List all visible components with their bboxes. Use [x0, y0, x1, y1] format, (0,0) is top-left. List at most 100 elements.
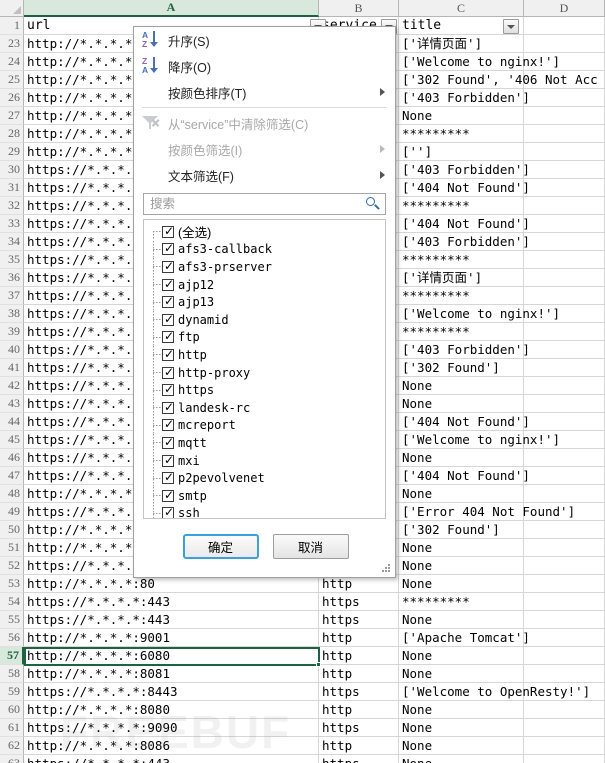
cell-d[interactable] [524, 233, 605, 251]
cell-title[interactable]: ['Welcome to nginx!'] [399, 53, 560, 71]
row-header-57[interactable]: 57 [0, 647, 24, 665]
row-header-40[interactable]: 40 [0, 341, 24, 359]
row-header-28[interactable]: 28 [0, 125, 24, 143]
filter-item-row[interactable]: ✓ http-proxy [144, 364, 385, 382]
cell-url[interactable]: http://*.*.*.*:8086 [24, 737, 319, 755]
cell-title[interactable]: None [399, 557, 524, 575]
row-header-53[interactable]: 53 [0, 575, 24, 593]
checkbox-icon[interactable]: ✓ [162, 313, 174, 326]
cell-service[interactable]: https [319, 683, 399, 701]
cell-title[interactable]: None [399, 611, 524, 629]
cell-d[interactable] [524, 251, 605, 269]
cell-title[interactable]: ['Welcome to OpenResty!'] [399, 683, 590, 701]
cell-d[interactable] [524, 701, 605, 719]
cell-service[interactable]: http [319, 647, 399, 665]
cell-d[interactable] [524, 125, 605, 143]
cell-d[interactable] [524, 143, 605, 161]
column-header-b[interactable]: B [319, 0, 399, 17]
checkbox-icon[interactable]: ✓ [162, 401, 174, 414]
row-header-37[interactable]: 37 [0, 287, 24, 305]
checkbox-icon[interactable]: ✓ [162, 366, 174, 379]
cell-d[interactable] [524, 449, 605, 467]
cell-title[interactable]: ['404 Not Found'] [399, 413, 530, 431]
row-header-39[interactable]: 39 [0, 323, 24, 341]
filter-item-row[interactable]: ✓ dynamid [144, 311, 385, 329]
cell-service[interactable]: https [319, 593, 399, 611]
cell-d[interactable] [524, 737, 605, 755]
cell-d[interactable] [524, 287, 605, 305]
cell-d[interactable] [524, 341, 605, 359]
row-header-50[interactable]: 50 [0, 521, 24, 539]
cell-d[interactable] [524, 269, 605, 287]
cell-title[interactable]: [''] [399, 143, 524, 161]
cell-title[interactable]: ['403 Forbidden'] [399, 89, 530, 107]
cell-url[interactable]: https://*.*.*.*:443 [24, 593, 319, 611]
cell-title[interactable]: ['Error 404 Not Found'] [399, 503, 575, 521]
cell-service[interactable]: http [319, 737, 399, 755]
cell-d[interactable] [524, 377, 605, 395]
filter-item-row[interactable]: ✓ smtp [144, 487, 385, 505]
cell-d[interactable] [524, 521, 605, 539]
menu-item-1[interactable]: Z A 降序(O) [134, 53, 395, 79]
row-header-38[interactable]: 38 [0, 305, 24, 323]
cell-title[interactable]: ********* [399, 323, 524, 341]
cell-d[interactable] [524, 215, 605, 233]
cell-d[interactable] [524, 647, 605, 665]
cell-url[interactable]: https://*.*.*.*:443 [24, 755, 319, 763]
checkbox-icon[interactable]: ✓ [162, 330, 174, 344]
cell-d[interactable] [524, 89, 605, 107]
cell-title[interactable]: ['Welcome to nginx!'] [399, 431, 560, 449]
cell-url[interactable]: http://*.*.*.*:9001 [24, 629, 319, 647]
row-header-34[interactable]: 34 [0, 233, 24, 251]
filter-item-row[interactable]: ✓ mxi [144, 452, 385, 470]
cell-service[interactable]: https [319, 719, 399, 737]
cell-title[interactable]: ['404 Not Found'] [399, 467, 530, 485]
menu-item-2[interactable]: 按颜色排序(T) [134, 79, 395, 105]
cell-url[interactable]: http://*.*.*.*:8080 [24, 701, 319, 719]
row-header-35[interactable]: 35 [0, 251, 24, 269]
filter-item-row[interactable]: ✓ mqtt [144, 434, 385, 452]
header-cell-d[interactable] [524, 17, 605, 35]
cell-d[interactable] [524, 107, 605, 125]
cell-d[interactable] [524, 611, 605, 629]
cell-title[interactable]: ['403 Forbidden'] [399, 161, 530, 179]
filter-item-row[interactable]: ✓ http [144, 346, 385, 364]
cell-url[interactable]: https://*.*.*.*:8443 [24, 683, 319, 701]
cell-service[interactable]: http [319, 629, 399, 647]
checkbox-icon[interactable]: ✓ [162, 242, 174, 256]
filter-item-row[interactable]: ✓ afs3-prserver [144, 258, 385, 276]
cell-d[interactable] [524, 323, 605, 341]
cell-title[interactable]: ['302 Found'] [399, 359, 524, 377]
filter-item-row[interactable]: ✓ afs3-callback [144, 240, 385, 259]
cell-title[interactable]: None [399, 665, 524, 683]
checkbox-icon[interactable]: ✓ [162, 260, 174, 273]
row-header-61[interactable]: 61 [0, 719, 24, 737]
cell-d[interactable] [524, 575, 605, 593]
cell-title[interactable]: None [399, 395, 524, 413]
cell-d[interactable] [524, 467, 605, 485]
cell-service[interactable]: http [319, 701, 399, 719]
row-header-55[interactable]: 55 [0, 611, 24, 629]
row-header-23[interactable]: 23 [0, 35, 24, 53]
cell-d[interactable] [524, 197, 605, 215]
cell-title[interactable]: ********* [399, 593, 524, 611]
select-all-corner[interactable] [0, 0, 24, 17]
column-header-a[interactable]: A [24, 0, 319, 17]
cell-d[interactable] [524, 629, 605, 647]
cell-title[interactable]: ['详情页面'] [399, 269, 524, 287]
cell-d[interactable] [524, 485, 605, 503]
cell-title[interactable]: ['404 Not Found'] [399, 215, 530, 233]
row-header-32[interactable]: 32 [0, 197, 24, 215]
row-header-51[interactable]: 51 [0, 539, 24, 557]
row-header-42[interactable]: 42 [0, 377, 24, 395]
row-header-49[interactable]: 49 [0, 503, 24, 521]
cell-title[interactable]: ['Welcome to nginx!'] [399, 305, 560, 323]
cell-title[interactable]: ['Apache Tomcat'] [399, 629, 530, 647]
cell-title[interactable]: ['404 Not Found'] [399, 179, 530, 197]
cell-title[interactable]: ********* [399, 125, 524, 143]
cell-url[interactable]: http://*.*.*.*:6080 [24, 647, 319, 665]
cell-url[interactable]: http://*.*.*.*:8081 [24, 665, 319, 683]
cell-service[interactable]: https [319, 611, 399, 629]
checkbox-icon[interactable]: ✓ [162, 471, 174, 485]
checkbox-icon[interactable]: ✓ [162, 506, 174, 518]
